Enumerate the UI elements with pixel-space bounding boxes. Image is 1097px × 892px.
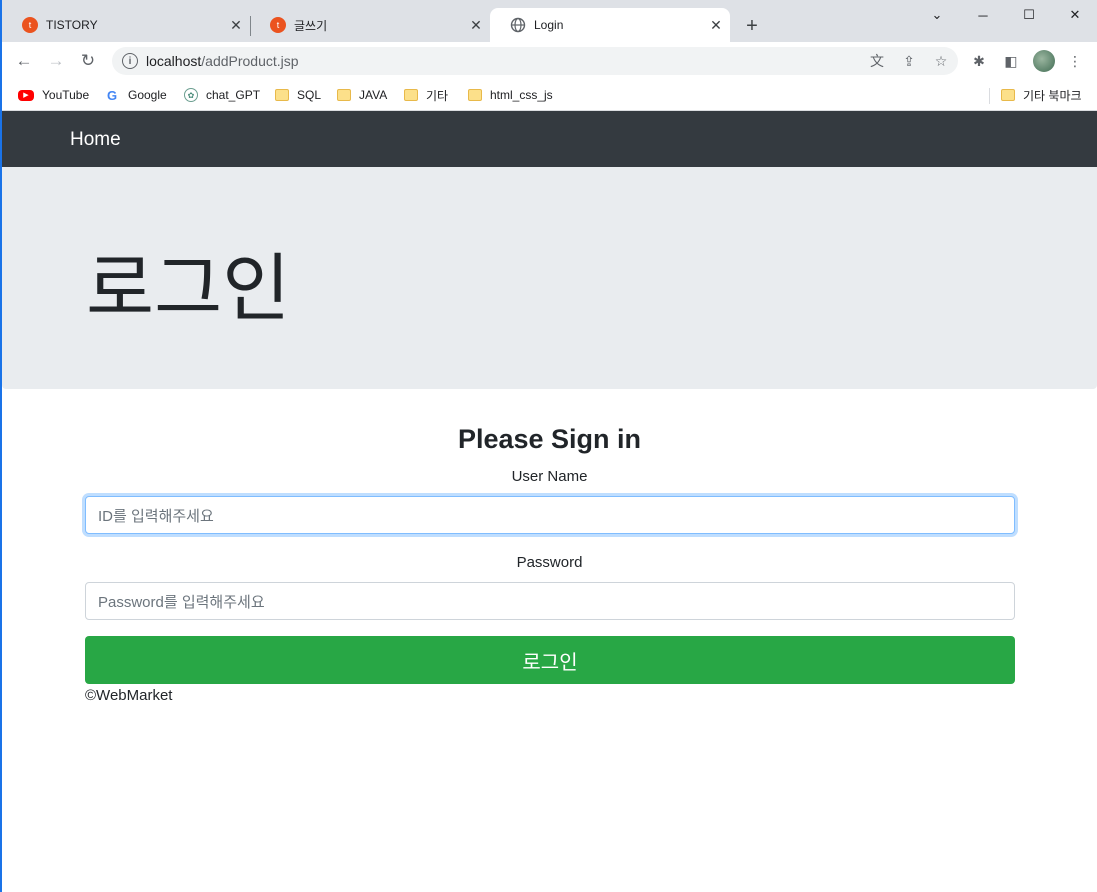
tistory-icon: t xyxy=(22,17,38,33)
close-icon[interactable]: ✕ xyxy=(468,17,484,33)
maximize-button[interactable]: ☐ xyxy=(1006,4,1052,26)
bookmark-sql[interactable]: SQL xyxy=(275,85,321,105)
new-tab-button[interactable]: + xyxy=(740,14,764,38)
password-label: Password xyxy=(516,554,583,571)
footer-copyright: ©WebMarket xyxy=(85,687,173,704)
bookmark-label: Google xyxy=(128,88,167,102)
bookmarks-bar: ▶ YouTube G Google ✿ chat_GPT SQL JAVA 기… xyxy=(2,80,1097,111)
bookmark-other[interactable]: 기타 북마크 xyxy=(1001,85,1082,105)
bookmark-google[interactable]: G Google xyxy=(104,85,167,105)
username-input[interactable]: ID를 입력해주세요 xyxy=(85,496,1015,534)
puzzle-extension-icon[interactable]: ✱ xyxy=(970,52,988,70)
info-icon[interactable]: i xyxy=(122,53,138,69)
globe-icon xyxy=(510,17,526,33)
url-path: /addProduct.jsp xyxy=(201,53,299,69)
back-arrow-icon[interactable]: ← xyxy=(12,49,36,73)
bookmark-label: JAVA xyxy=(359,88,388,102)
tab-tistory[interactable]: t TISTORY ✕ xyxy=(2,8,250,42)
folder-icon xyxy=(404,89,418,101)
chevron-down-icon[interactable]: ⌄ xyxy=(914,4,960,26)
translate-icon[interactable]: 文 xyxy=(868,52,886,70)
bookmark-html-css-js[interactable]: html_css_js xyxy=(468,85,553,105)
bookmark-label: YouTube xyxy=(42,88,90,102)
password-placeholder: Password를 입력해주세요 xyxy=(98,593,265,611)
bookmark-divider xyxy=(989,88,990,104)
tab-label: TISTORY xyxy=(46,18,98,32)
close-icon[interactable]: ✕ xyxy=(708,17,724,33)
url-host: localhost xyxy=(146,53,202,69)
share-icon[interactable]: ⇪ xyxy=(900,52,918,70)
bookmark-java[interactable]: JAVA xyxy=(337,85,387,105)
jumbotron: 로그인 xyxy=(2,167,1097,389)
bookmark-label: html_css_js xyxy=(490,88,553,102)
bookmark-label: 기타 북마크 xyxy=(1023,88,1082,103)
username-label: User Name xyxy=(511,468,588,485)
tab-label: Login xyxy=(534,18,564,32)
close-window-button[interactable]: ✕ xyxy=(1052,4,1097,26)
reload-icon[interactable]: ↻ xyxy=(76,49,100,73)
tab-label: 글쓰기 xyxy=(294,18,328,33)
folder-icon xyxy=(275,89,289,101)
forward-arrow-icon[interactable]: → xyxy=(44,49,68,73)
browser-window: t TISTORY ✕ t 글쓰기 ✕ Login ✕ + ⌄ ─ ☐ ✕ ← … xyxy=(0,0,1097,892)
page-title: 로그인 xyxy=(86,246,291,332)
folder-icon xyxy=(468,89,482,101)
profile-avatar[interactable] xyxy=(1033,50,1055,72)
nav-home-link[interactable]: Home xyxy=(70,129,121,151)
chatgpt-icon: ✿ xyxy=(184,88,198,102)
bookmark-label: chat_GPT xyxy=(206,88,261,102)
password-input[interactable]: Password를 입력해주세요 xyxy=(85,582,1015,620)
folder-icon xyxy=(1001,89,1015,101)
side-panel-icon[interactable]: ◧ xyxy=(1002,52,1020,70)
browser-toolbar: ← → ↻ i localhost/addProduct.jsp 文 ⇪ ☆ ✱… xyxy=(2,42,1097,80)
navbar: Home xyxy=(2,111,1097,167)
bookmark-chatgpt[interactable]: ✿ chat_GPT xyxy=(184,85,260,105)
login-button[interactable]: 로그인 xyxy=(85,636,1015,684)
tab-write[interactable]: t 글쓰기 ✕ xyxy=(250,8,490,42)
url-text: localhost/addProduct.jsp xyxy=(146,53,299,69)
username-placeholder: ID를 입력해주세요 xyxy=(98,507,214,525)
tistory-icon: t xyxy=(270,17,286,33)
bookmark-label: SQL xyxy=(297,88,322,102)
address-bar[interactable]: i localhost/addProduct.jsp 文 ⇪ ☆ xyxy=(112,47,958,75)
bookmark-etc[interactable]: 기타 xyxy=(404,85,448,105)
youtube-icon: ▶ xyxy=(18,89,34,101)
tab-login-active[interactable]: Login ✕ xyxy=(490,8,730,42)
tab-strip: t TISTORY ✕ t 글쓰기 ✕ Login ✕ + ⌄ ─ ☐ ✕ xyxy=(2,0,1097,42)
folder-icon xyxy=(337,89,351,101)
bookmark-youtube[interactable]: ▶ YouTube xyxy=(18,85,89,105)
star-icon[interactable]: ☆ xyxy=(932,52,950,70)
more-menu-icon[interactable]: ⋮ xyxy=(1066,52,1084,70)
web-page: Home 로그인 Please Sign in User Name ID를 입력… xyxy=(2,111,1097,892)
minimize-button[interactable]: ─ xyxy=(960,4,1006,26)
bookmark-label: 기타 xyxy=(426,88,449,103)
google-icon: G xyxy=(106,87,118,103)
signin-heading: Please Sign in xyxy=(457,424,642,454)
close-icon[interactable]: ✕ xyxy=(228,17,244,33)
